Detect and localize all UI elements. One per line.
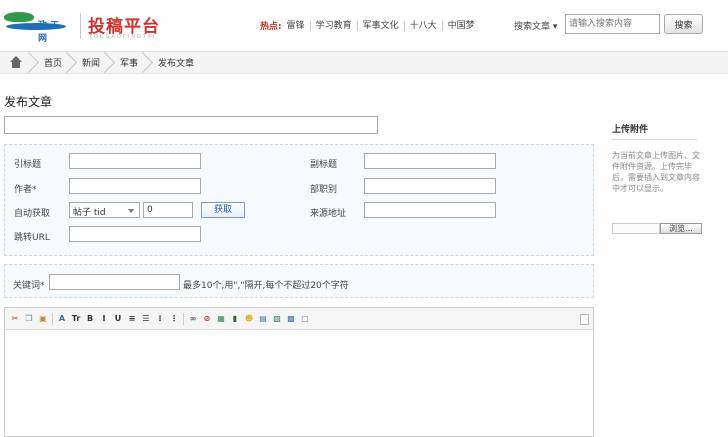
- author-input[interactable]: [69, 178, 201, 194]
- font-size-icon[interactable]: Tr: [71, 314, 81, 324]
- subtitle-label: 副标题: [310, 160, 338, 170]
- keywords-label: 关键词*: [13, 281, 45, 291]
- save-icon[interactable]: ▩: [286, 314, 296, 324]
- lead-title-label: 引标题: [14, 160, 42, 170]
- paste-icon[interactable]: ▣: [38, 314, 48, 324]
- breadcrumb-home[interactable]: [0, 52, 36, 73]
- hot-link-18th-congress[interactable]: 十八大: [405, 20, 443, 31]
- upload-description: 为当前文章上传图片、文件附件资源。上传完毕后，需要插入到文章内容中才可以显示。: [612, 151, 700, 193]
- align-right-icon[interactable]: ☰: [141, 314, 151, 324]
- keywords-input[interactable]: [49, 274, 180, 290]
- hot-label: 热点:: [260, 22, 282, 32]
- auto-fetch-select-value: 帖子 tid: [73, 208, 106, 218]
- browse-button[interactable]: 浏览...: [660, 223, 702, 234]
- ordered-list-icon[interactable]: ⋮: [169, 314, 179, 324]
- align-center-icon[interactable]: ≡: [127, 314, 137, 324]
- breadcrumb-item-military[interactable]: 军事: [112, 52, 150, 73]
- italic-icon[interactable]: I: [99, 314, 109, 324]
- search-button[interactable]: 搜索: [664, 14, 703, 34]
- toolbar-separator: [183, 312, 184, 325]
- search-input[interactable]: [565, 14, 660, 34]
- lead-title-input[interactable]: [69, 153, 201, 169]
- logo-divider: [80, 13, 81, 39]
- editor-toolbar: ✂ ❐ ▣ A Tr B I U ≡ ☰ ⁝ ⋮ ∞ ⊘ ▦ ▮ ☻ ▤ ▧ ▩ ▢: [5, 308, 593, 330]
- rich-text-editor[interactable]: ✂ ❐ ▣ A Tr B I U ≡ ☰ ⁝ ⋮ ∞ ⊘ ▦ ▮ ☻ ▤ ▧ ▩ ▢: [4, 307, 594, 437]
- file-path-field[interactable]: [612, 223, 660, 234]
- insert-code-icon[interactable]: ▧: [272, 314, 282, 324]
- bold-icon[interactable]: B: [85, 314, 95, 324]
- emoticon-icon[interactable]: ☻: [244, 314, 254, 324]
- redirect-url-label: 跳转URL: [14, 233, 50, 243]
- keywords-panel: 关键词* 最多10个,用","隔开,每个不超过20个字符: [4, 264, 594, 298]
- auto-fetch-label: 自动获取: [14, 209, 51, 219]
- breadcrumb-item-home[interactable]: 首页: [36, 52, 74, 73]
- department-label: 部职别: [310, 185, 338, 195]
- hot-link-leifeng[interactable]: 雷锋: [282, 20, 311, 31]
- subtitle-input[interactable]: [364, 153, 496, 169]
- toolbar-separator: [52, 312, 53, 325]
- source-url-label: 来源地址: [310, 209, 347, 219]
- hot-link-military-culture[interactable]: 军事文化: [358, 20, 405, 31]
- cut-icon[interactable]: ✂: [10, 314, 20, 324]
- platform-subtitle: TOUGAOPINGTAI: [89, 34, 157, 40]
- redirect-url-input[interactable]: [69, 226, 201, 242]
- copy-icon[interactable]: ❐: [24, 314, 34, 324]
- fetch-button[interactable]: 获取: [201, 202, 245, 218]
- breadcrumb-item-news[interactable]: 新闻: [74, 52, 112, 73]
- site-logo[interactable]: 政 工 网: [4, 11, 66, 44]
- table-icon[interactable]: ▤: [258, 314, 268, 324]
- source-mode-icon[interactable]: [580, 314, 589, 325]
- logo-green-arc: [4, 12, 34, 22]
- fullscreen-icon[interactable]: ▢: [300, 314, 310, 324]
- site-header: 政 工 网 投稿平台 TOUGAOPINGTAI 热点: 雷锋 学习教育 军事文…: [0, 0, 728, 46]
- page-title: 发布文章: [4, 95, 53, 109]
- department-input[interactable]: [364, 178, 496, 194]
- breadcrumb-item-current: 发布文章: [158, 59, 195, 69]
- breadcrumb: 首页 新闻 军事 发布文章: [0, 51, 728, 74]
- auto-fetch-id-input[interactable]: 0: [143, 202, 193, 218]
- auto-fetch-select[interactable]: 帖子 tid: [69, 202, 140, 218]
- flash-icon[interactable]: ▮: [230, 314, 240, 324]
- link-icon[interactable]: ∞: [188, 314, 198, 324]
- author-label: 作者*: [14, 185, 37, 195]
- underline-icon[interactable]: U: [113, 314, 123, 324]
- font-family-icon[interactable]: A: [57, 314, 67, 324]
- unlink-icon[interactable]: ⊘: [202, 314, 212, 324]
- hot-link-china-dream[interactable]: 中国梦: [443, 21, 480, 31]
- logo-mark-text: 政 工 网: [38, 21, 60, 44]
- image-icon[interactable]: ▦: [216, 314, 226, 324]
- hot-topics: 热点: 雷锋 学习教育 军事文化 十八大 中国梦: [260, 19, 480, 32]
- article-title-input[interactable]: [4, 116, 378, 134]
- unordered-list-icon[interactable]: ⁝: [155, 314, 165, 324]
- article-meta-panel: 引标题 作者* 自动获取 帖子 tid 0 获取 跳转URL 副标题 部职别 来…: [4, 144, 594, 256]
- source-url-input[interactable]: [364, 202, 496, 218]
- sidebar-divider: [612, 139, 697, 140]
- hot-link-study[interactable]: 学习教育: [311, 20, 358, 31]
- search-type-dropdown[interactable]: 搜索文章 ▾: [514, 19, 557, 32]
- home-icon: [8, 55, 24, 70]
- keywords-hint: 最多10个,用","隔开,每个不超过20个字符: [183, 281, 349, 291]
- chevron-down-icon: [128, 209, 134, 213]
- upload-attachment-title: 上传附件: [612, 125, 649, 135]
